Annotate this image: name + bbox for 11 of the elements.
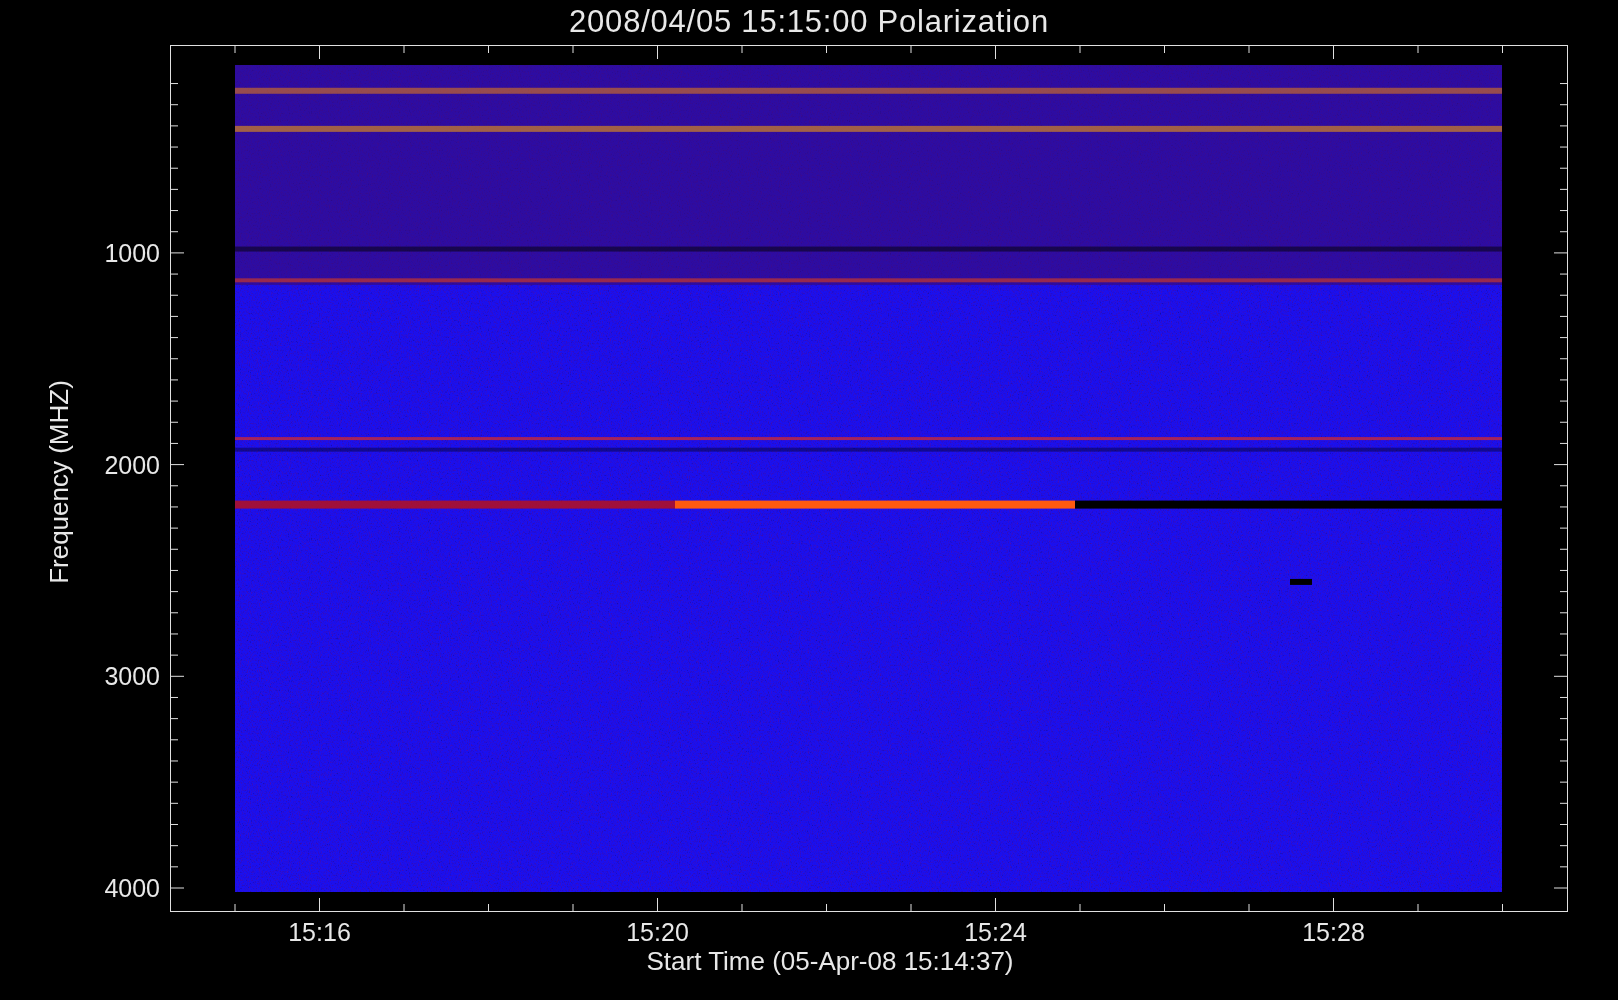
x-tick-label: 15:16 [287, 918, 352, 946]
y-tick-label: 2000 [103, 450, 160, 479]
y-tick-label: 3000 [103, 662, 160, 691]
x-axis-label: Start Time (05-Apr-08 15:14:37) [645, 946, 1015, 976]
x-tick-label: 15:28 [1301, 918, 1366, 946]
x-tick-label: 15:20 [625, 918, 690, 946]
y-tick-label: 1000 [103, 238, 160, 267]
y-tick-label: 4000 [103, 874, 160, 902]
y-axis-label: Frequency (MHZ) [44, 379, 74, 586]
x-tick-label: 15:24 [963, 918, 1028, 946]
plot-title: 2008/04/05 15:15:00 Polarization [569, 3, 1049, 41]
